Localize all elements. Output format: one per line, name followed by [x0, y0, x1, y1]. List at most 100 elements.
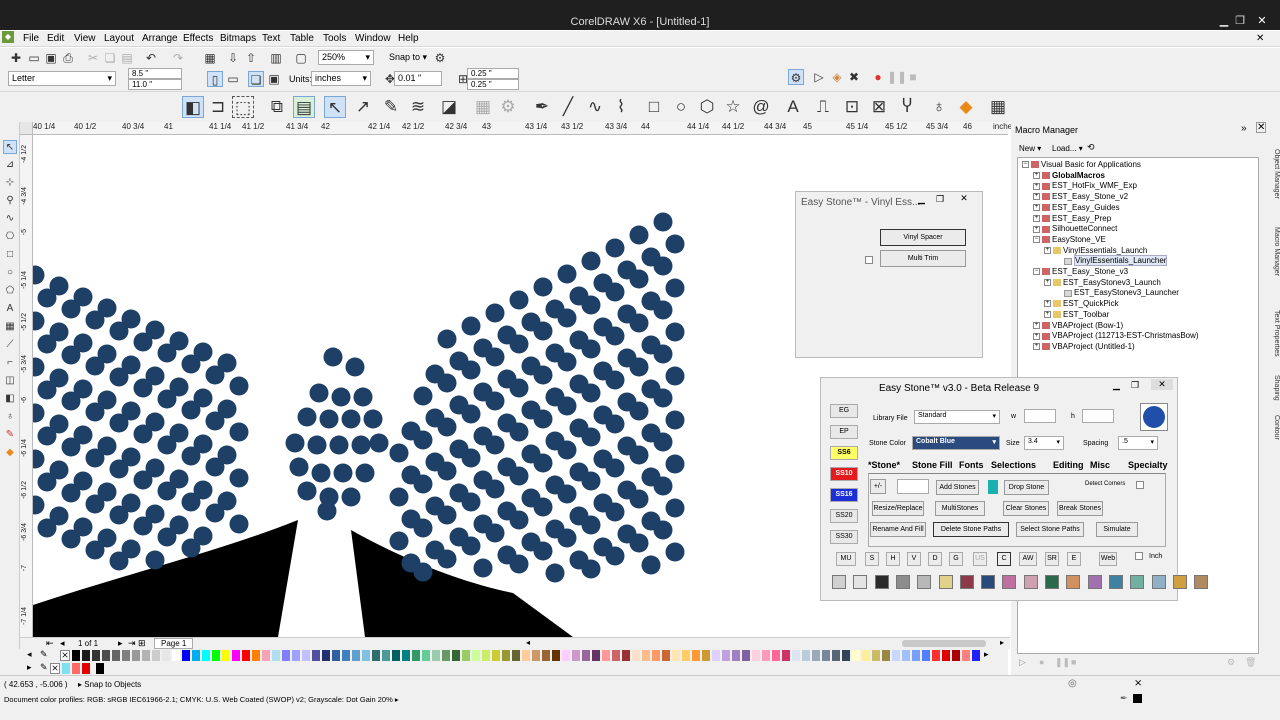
menu-arrange[interactable]: Arrange	[142, 33, 178, 44]
rhinestone[interactable]	[317, 501, 337, 521]
palette-swatch[interactable]	[302, 650, 310, 661]
menu-bitmaps[interactable]: Bitmaps	[220, 33, 256, 44]
rhinestone[interactable]	[653, 476, 673, 496]
rhinestone[interactable]	[665, 454, 685, 474]
rhinestone[interactable]	[307, 435, 327, 455]
delete-stone-paths-button[interactable]: Delete Stone Paths	[933, 522, 1009, 537]
stop-macro-icon[interactable]: ✖	[846, 69, 862, 85]
tree-expander-icon[interactable]: +	[1044, 300, 1051, 308]
add-page-icon[interactable]: ⊞	[138, 638, 146, 649]
palette-swatch[interactable]	[722, 650, 730, 661]
landscape-icon[interactable]: ▭	[225, 71, 241, 87]
rhinestone[interactable]	[61, 437, 81, 457]
palette-swatch[interactable]	[362, 650, 370, 661]
add-stones-button[interactable]: Add Stones	[936, 480, 979, 495]
option-button[interactable]: AW	[1019, 552, 1037, 566]
rhinestone[interactable]	[37, 518, 57, 538]
vinyl-spacer-button[interactable]: Vinyl Spacer	[880, 229, 966, 246]
macro-new-dropdown[interactable]: New ▾	[1019, 144, 1041, 153]
palette-swatch[interactable]	[122, 650, 130, 661]
units-select[interactable]: inches ▾	[311, 71, 371, 86]
stone-size-button[interactable]: SS20	[830, 509, 858, 523]
tree-expander-icon[interactable]: −	[1033, 268, 1040, 276]
rhinestone[interactable]	[509, 290, 529, 310]
rhinestone[interactable]	[133, 516, 153, 536]
rhinestone[interactable]	[665, 542, 685, 562]
rhinestone[interactable]	[229, 376, 249, 396]
est-minimize-icon[interactable]: ▁	[1113, 380, 1120, 391]
palette-swatch[interactable]	[312, 650, 320, 661]
rhinestone[interactable]	[157, 435, 177, 455]
dock-tab-contour[interactable]: Contour	[1266, 415, 1280, 440]
rhinestone[interactable]	[205, 365, 225, 385]
search-content-icon[interactable]: ▦	[202, 50, 218, 66]
rhinestone[interactable]	[653, 212, 673, 232]
drop-stone-button[interactable]: Drop Stone	[1004, 480, 1049, 495]
palette-swatch[interactable]	[572, 650, 580, 661]
rhinestone[interactable]	[413, 562, 433, 582]
rhinestone[interactable]	[181, 354, 201, 374]
toolbox-ellipse-icon[interactable]: ○	[3, 266, 17, 280]
rhinestone[interactable]	[345, 357, 365, 377]
tree-expander-icon[interactable]: +	[1044, 279, 1051, 287]
page-icon[interactable]: ▤	[293, 96, 315, 118]
palette-swatch[interactable]	[802, 650, 810, 661]
stone-size-button[interactable]: EG	[830, 404, 858, 418]
palette-swatch[interactable]	[542, 650, 550, 661]
rhinestone[interactable]	[605, 238, 625, 258]
macro-refresh-icon[interactable]: ⟲	[1087, 142, 1095, 153]
palette-swatch[interactable]	[242, 650, 250, 661]
palette-swatch[interactable]	[382, 650, 390, 661]
palette-swatch[interactable]	[832, 650, 840, 661]
rhinestone[interactable]	[205, 457, 225, 477]
smart-draw-icon[interactable]: ⌇	[610, 96, 632, 118]
toolbox-eyedropper-icon[interactable]: ♁	[3, 410, 17, 424]
rhinestone[interactable]	[581, 383, 601, 403]
palette-swatch[interactable]	[862, 650, 870, 661]
menu-window[interactable]: Window	[355, 33, 391, 44]
undo-icon[interactable]: ↶	[143, 50, 159, 66]
stone-size-button[interactable]: SS16	[830, 488, 858, 502]
rhinestone[interactable]	[181, 492, 201, 512]
rhinestone[interactable]	[461, 448, 481, 468]
tree-expander-icon[interactable]: +	[1033, 204, 1040, 212]
stone-color-swatch[interactable]	[1172, 575, 1187, 589]
macro-delete-icon[interactable]: 🗑	[1245, 657, 1256, 668]
restore-button[interactable]: ❐	[1232, 14, 1248, 27]
option-button[interactable]: SR	[1045, 552, 1059, 566]
macro-tree-node[interactable]: + VinylEssentials_Launch	[1044, 246, 1147, 255]
doc-palette-eyedropper-icon[interactable]: ✎	[40, 662, 48, 673]
rhinestone[interactable]	[437, 461, 457, 481]
rhinestone[interactable]	[297, 481, 317, 501]
palette-swatch[interactable]	[532, 650, 540, 661]
rhinestone[interactable]	[85, 494, 105, 514]
rename-and-fill-button[interactable]: Rename And Fill	[870, 522, 926, 537]
menu-help[interactable]: Help	[398, 33, 419, 44]
palette-swatch[interactable]	[692, 650, 700, 661]
rhinestone[interactable]	[605, 414, 625, 434]
run-macro-icon[interactable]: ▷	[811, 69, 827, 85]
rhinestone[interactable]	[157, 527, 177, 547]
tree-expander-icon[interactable]: −	[1033, 236, 1040, 244]
palette-swatch[interactable]	[372, 650, 380, 661]
tree-expander-icon[interactable]: +	[1033, 321, 1040, 329]
copy-icon[interactable]: ❏	[102, 50, 118, 66]
palette-swatch[interactable]	[322, 650, 330, 661]
multi-trim-button[interactable]: Multi Trim	[880, 250, 966, 267]
rhinestone[interactable]	[557, 308, 577, 328]
rhinestone[interactable]	[437, 505, 457, 525]
rhinestone[interactable]	[665, 498, 685, 518]
rhinestone[interactable]	[389, 443, 409, 463]
rhinestone[interactable]	[485, 391, 505, 411]
rhinestone[interactable]	[581, 471, 601, 491]
doc-swatch-black[interactable]	[96, 663, 104, 674]
palette-swatch[interactable]	[842, 650, 850, 661]
rhinestone[interactable]	[437, 549, 457, 569]
rhinestone[interactable]	[229, 468, 249, 488]
palette-swatch[interactable]	[642, 650, 650, 661]
rhinestone[interactable]	[533, 497, 553, 517]
rhinestone[interactable]	[509, 334, 529, 354]
height-input[interactable]	[1082, 409, 1114, 423]
rhinestone[interactable]	[437, 329, 457, 349]
menu-edit[interactable]: Edit	[47, 33, 64, 44]
